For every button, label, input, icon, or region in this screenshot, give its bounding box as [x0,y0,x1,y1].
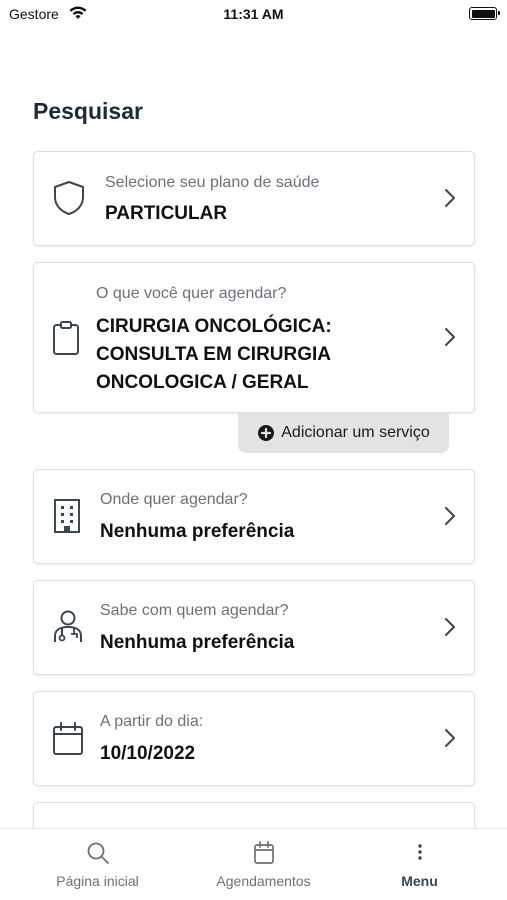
plus-circle-icon [257,424,275,442]
tab-home-label: Página inicial [56,873,139,889]
chevron-right-icon [444,188,456,213]
tab-appointments-label: Agendamentos [216,873,311,889]
health-plan-selector[interactable]: Selecione seu plano de saúde PARTICULAR [33,151,475,246]
doctor-selector[interactable]: Sabe com quem agendar? Nenhuma preferênc… [33,580,475,675]
search-icon [13,841,182,865]
location-value: Nenhuma preferência [100,521,295,542]
doctor-label: Sabe com quem agendar? [100,602,289,619]
health-plan-value: PARTICULAR [105,203,228,224]
tab-menu-label: Menu [401,873,438,889]
more-vertical-icon [335,841,504,865]
add-service-button[interactable]: Adicionar um serviço [238,413,449,453]
tab-home[interactable]: Página inicial [13,829,182,900]
clipboard-icon [52,320,80,361]
bottom-tab-bar: Página inicial Agendamentos Menu [0,828,507,900]
calendar-icon [52,722,84,761]
shield-icon [52,180,86,221]
page-title: Pesquisar [33,98,143,124]
tab-menu[interactable]: Menu [335,829,504,900]
service-value: CIRURGIA ONCOLÓGICA: CONSULTA EM CIRURGI… [96,316,332,393]
clock: 11:31 AM [223,6,284,22]
building-icon [52,498,82,539]
chevron-right-icon [444,617,456,642]
location-selector[interactable]: Onde quer agendar? Nenhuma preferência [33,469,475,564]
start-date-selector[interactable]: A partir do dia: 10/10/2022 [33,691,475,786]
doctor-icon [52,609,86,650]
service-label: O que você quer agendar? [96,285,287,302]
tab-appointments[interactable]: Agendamentos [179,829,348,900]
start-date-value: 10/10/2022 [100,743,196,764]
battery-icon [469,7,500,20]
calendar-icon [179,841,348,865]
health-plan-label: Selecione seu plano de saúde [105,174,320,191]
chevron-right-icon [444,728,456,753]
service-selector[interactable]: O que você quer agendar? CIRURGIA ONCOLÓ… [33,262,475,413]
chevron-right-icon [444,327,456,352]
chevron-right-icon [444,506,456,531]
add-service-label: Adicionar um serviço [281,424,430,441]
doctor-value: Nenhuma preferência [100,632,295,653]
status-bar: Gestore 11:31 AM [0,0,507,30]
start-date-label: A partir do dia: [100,713,204,730]
location-label: Onde quer agendar? [100,491,248,508]
